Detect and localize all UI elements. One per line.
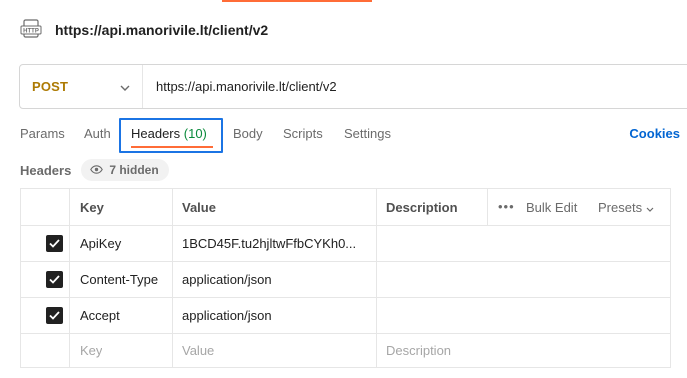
header-key[interactable]: Content-Type [80,272,170,287]
request-tabs: Params Auth Headers (10) Body Scripts Se… [20,118,680,153]
eye-icon [90,163,104,177]
tab-params[interactable]: Params [20,126,65,141]
column-divider [487,189,488,225]
row-divider [21,225,670,226]
bulk-edit-button[interactable]: Bulk Edit [526,200,577,215]
row-divider [21,333,670,334]
more-options-icon[interactable]: ••• [498,199,515,214]
row-checkbox[interactable] [46,235,63,252]
header-key[interactable]: ApiKey [80,236,168,251]
header-value[interactable]: 1BCD45F.tu2hjltwFfbCYKh0... [182,236,372,251]
value-input[interactable]: Value [182,343,214,358]
row-checkbox[interactable] [46,307,63,324]
description-input[interactable]: Description [386,343,451,358]
checkmark-icon [49,311,60,320]
row-divider [21,297,670,298]
header-value[interactable]: application/json [182,308,372,323]
column-divider [376,189,377,367]
active-request-tab-indicator [222,0,372,2]
url-bar: POST https://api.manorivile.lt/client/v2 [19,64,687,109]
method-label: POST [32,79,69,94]
cookies-link[interactable]: Cookies [629,126,680,141]
column-header-description: Description [386,200,458,215]
headers-section-header: Headers 7 hidden [20,158,169,182]
chevron-down-icon [646,200,654,215]
tab-headers-highlight [119,118,223,153]
checkmark-icon [49,275,60,284]
column-header-value: Value [182,200,216,215]
tab-auth[interactable]: Auth [84,126,111,141]
header-value[interactable]: application/json [182,272,372,287]
tab-settings[interactable]: Settings [344,126,391,141]
column-header-key: Key [80,200,104,215]
http-icon: HTTP [20,18,44,42]
tab-scripts[interactable]: Scripts [283,126,323,141]
headers-section-label: Headers [20,162,72,178]
request-title[interactable]: https://api.manorivile.lt/client/v2 [55,22,268,38]
method-select[interactable]: POST [20,65,143,108]
column-divider [69,189,70,367]
svg-text:HTTP: HTTP [23,29,39,35]
headers-table: Key Value Description ••• Bulk Edit Pres… [20,188,671,368]
hidden-headers-toggle[interactable]: 7 hidden [81,159,169,181]
chevron-down-icon [120,79,130,94]
checkmark-icon [49,239,60,248]
column-divider [172,189,173,367]
header-key[interactable]: Accept [80,308,168,323]
key-input[interactable]: Key [80,343,102,358]
hidden-headers-label: 7 hidden [109,163,159,177]
request-header: HTTP https://api.manorivile.lt/client/v2 [20,18,268,42]
url-input[interactable]: https://api.manorivile.lt/client/v2 [156,79,337,94]
presets-dropdown[interactable]: Presets [598,200,654,215]
tab-body[interactable]: Body [233,126,263,141]
row-divider [21,261,670,262]
presets-label: Presets [598,200,643,215]
row-checkbox[interactable] [46,271,63,288]
